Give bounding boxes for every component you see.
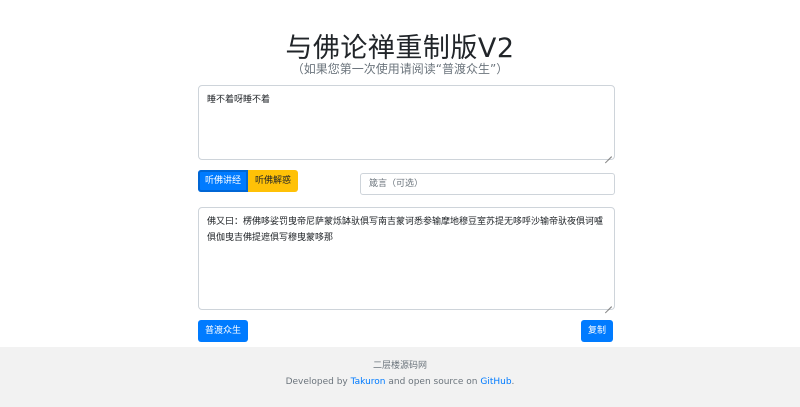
key-input-placeholder: 箴言（可选） [369,179,424,189]
resize-grip-icon[interactable] [605,150,612,157]
page-subtitle: （如果您第一次使用请阅读“普渡众生”） [291,62,509,76]
plaintext-input[interactable]: 睡不着呀睡不着 [198,85,615,160]
help-button[interactable]: 普渡众生 [198,320,249,342]
footer-period: . [511,377,515,387]
footer-site-name: 二层楼源码网 [372,361,427,371]
key-input[interactable]: 箴言（可选） [360,173,615,195]
footer-credits: Developed by Takuron and open source on … [0,377,800,387]
ciphertext-output-value: 佛又曰：楞佛哆娑罚曳帝尼萨蒙烁缽驮俱写南吉蒙诃悉参输摩地穆豆室苏提无哆呼沙输帝驮… [207,217,604,243]
plaintext-input-value: 睡不着呀睡不着 [207,95,271,105]
footer-open-source: and open source on [388,377,478,387]
ciphertext-output[interactable]: 佛又曰：楞佛哆娑罚曳帝尼萨蒙烁缽驮俱写南吉蒙诃悉参输摩地穆豆室苏提无哆呼沙输帝驮… [198,207,615,310]
author-link[interactable]: Takuron [351,377,386,387]
listen-button[interactable]: 听佛讲经 [198,170,249,192]
decode-button[interactable]: 听佛解惑 [248,170,299,192]
footer-developed-by: Developed by [285,377,348,387]
resize-grip-icon[interactable] [605,300,612,307]
action-button-group: 听佛讲经 听佛解惑 [198,170,299,192]
footer: 二层楼源码网 Developed by Takuron and open sou… [0,347,800,407]
copy-button[interactable]: 复制 [581,320,614,342]
github-link[interactable]: GitHub [480,377,511,387]
